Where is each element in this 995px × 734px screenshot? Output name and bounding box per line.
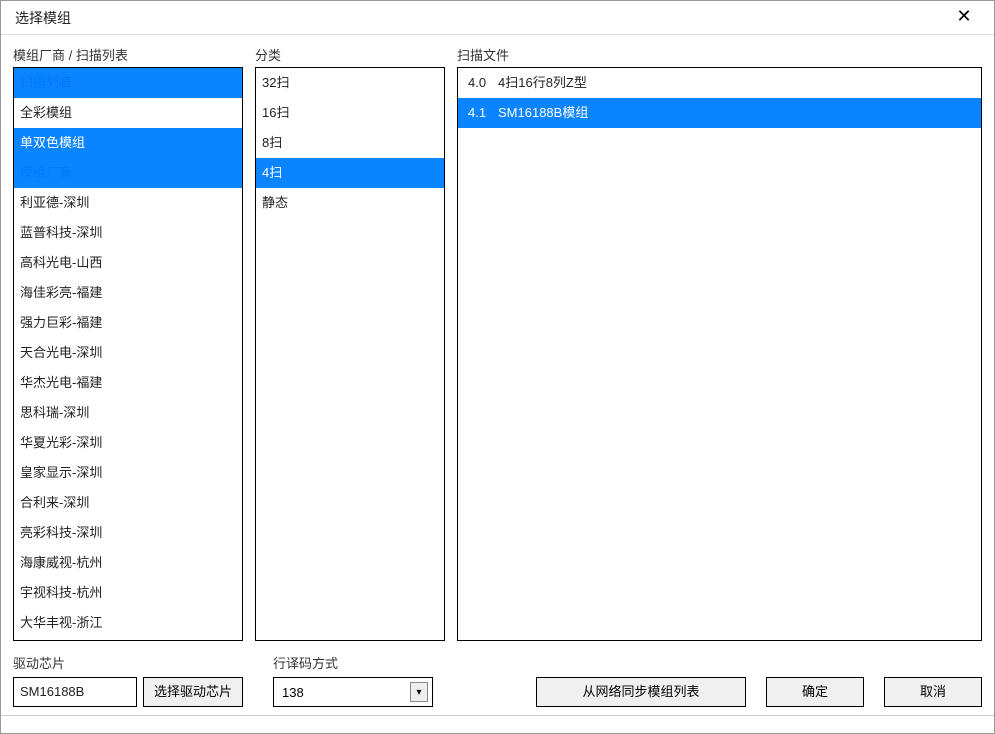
vendor-list-item[interactable]: 华夏光彩-深圳 [14, 428, 242, 458]
vendor-list-item[interactable]: 蓝普科技-深圳 [14, 218, 242, 248]
vendor-list-item[interactable]: 天合光电-深圳 [14, 338, 242, 368]
file-item-index: 4.0 [468, 68, 498, 98]
footer-bar [1, 715, 994, 733]
file-item-label: SM16188B模组 [498, 105, 588, 120]
titlebar: 选择模组 ✕ [1, 1, 994, 35]
chevron-down-icon: ▾ [410, 682, 428, 702]
vendor-list-item[interactable]: 海康威视-杭州 [14, 548, 242, 578]
vendor-list-item[interactable]: 大华丰视-浙江 [14, 608, 242, 638]
select-chip-button[interactable]: 选择驱动芯片 [143, 677, 243, 707]
close-icon[interactable]: ✕ [944, 3, 984, 33]
vendor-list-item[interactable]: 单双色模组 [14, 128, 242, 158]
file-list-item[interactable]: 4.04扫16行8列Z型 [458, 68, 981, 98]
content-area: 模组厂商 / 扫描列表 扫描列表全彩模组单双色模组模组厂商利亚德-深圳蓝普科技-… [1, 35, 994, 715]
category-list-item[interactable]: 4扫 [256, 158, 444, 188]
bottom-panel: 驱动芯片 SM16188B 选择驱动芯片 行译码方式 138 ▾ 从网络同步模组… [13, 653, 982, 707]
cancel-button[interactable]: 取消 [884, 677, 982, 707]
files-listbox[interactable]: 4.04扫16行8列Z型4.1SM16188B模组 [457, 67, 982, 641]
chip-input[interactable]: SM16188B [13, 677, 137, 707]
window-title: 选择模组 [15, 8, 944, 28]
vendor-list-item[interactable]: 合利来-深圳 [14, 488, 242, 518]
file-item-index: 4.1 [468, 98, 498, 128]
chip-group: 驱动芯片 SM16188B 选择驱动芯片 [13, 653, 243, 707]
files-label: 扫描文件 [457, 45, 982, 67]
category-list-item[interactable]: 8扫 [256, 128, 444, 158]
vendor-list-header[interactable]: 模组厂商 [14, 158, 242, 188]
category-list-item[interactable]: 静态 [256, 188, 444, 218]
vendor-list-item[interactable]: 利亚德-深圳 [14, 188, 242, 218]
chip-label: 驱动芯片 [13, 653, 243, 673]
chip-row: SM16188B 选择驱动芯片 [13, 677, 243, 707]
vendor-listbox[interactable]: 扫描列表全彩模组单双色模组模组厂商利亚德-深圳蓝普科技-深圳高科光电-山西海佳彩… [13, 67, 243, 641]
vendor-list-item[interactable]: 强力巨彩-福建 [14, 308, 242, 338]
action-buttons: 从网络同步模组列表 确定 取消 [536, 677, 982, 707]
vendor-list-header[interactable]: 扫描列表 [14, 68, 242, 98]
decode-select[interactable]: 138 ▾ [273, 677, 433, 707]
vendor-list-item[interactable]: 思科瑞-深圳 [14, 398, 242, 428]
vendor-list-item[interactable]: 皇家显示-深圳 [14, 458, 242, 488]
vendor-label: 模组厂商 / 扫描列表 [13, 45, 243, 67]
vendor-list-item[interactable]: 亮彩科技-深圳 [14, 518, 242, 548]
decode-label: 行译码方式 [273, 653, 443, 673]
decode-group: 行译码方式 138 ▾ [273, 653, 443, 707]
vendor-list-item[interactable]: 海佳彩亮-福建 [14, 278, 242, 308]
decode-value: 138 [282, 685, 410, 700]
file-list-item[interactable]: 4.1SM16188B模组 [458, 98, 981, 128]
category-column: 分类 32扫16扫8扫4扫静态 [255, 45, 445, 641]
files-column: 扫描文件 4.04扫16行8列Z型4.1SM16188B模组 [457, 45, 982, 641]
vendor-list-item[interactable]: 高科光电-山西 [14, 248, 242, 278]
vendor-list-item[interactable]: 宇视科技-杭州 [14, 578, 242, 608]
vendor-list-item[interactable]: 全彩模组 [14, 98, 242, 128]
select-module-dialog: 选择模组 ✕ 模组厂商 / 扫描列表 扫描列表全彩模组单双色模组模组厂商利亚德-… [0, 0, 995, 734]
category-label: 分类 [255, 45, 445, 67]
file-item-label: 4扫16行8列Z型 [498, 75, 587, 90]
columns: 模组厂商 / 扫描列表 扫描列表全彩模组单双色模组模组厂商利亚德-深圳蓝普科技-… [13, 45, 982, 641]
category-list-item[interactable]: 32扫 [256, 68, 444, 98]
ok-button[interactable]: 确定 [766, 677, 864, 707]
sync-button[interactable]: 从网络同步模组列表 [536, 677, 746, 707]
category-listbox[interactable]: 32扫16扫8扫4扫静态 [255, 67, 445, 641]
vendor-list-item[interactable]: 华杰光电-福建 [14, 368, 242, 398]
category-list-item[interactable]: 16扫 [256, 98, 444, 128]
vendor-column: 模组厂商 / 扫描列表 扫描列表全彩模组单双色模组模组厂商利亚德-深圳蓝普科技-… [13, 45, 243, 641]
